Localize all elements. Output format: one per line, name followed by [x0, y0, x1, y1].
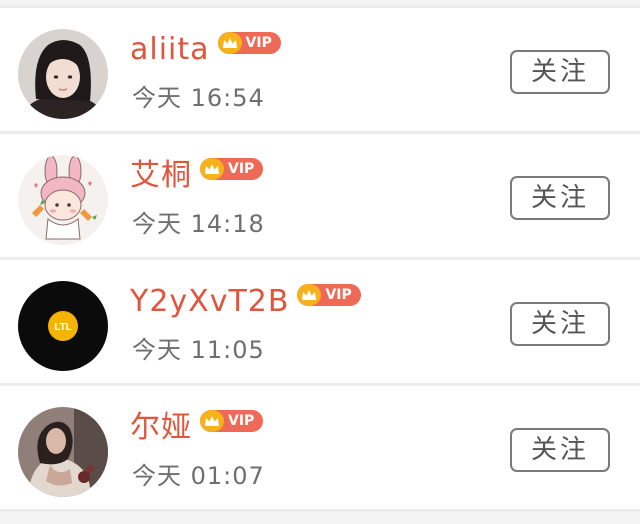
- crown-icon: [297, 284, 322, 306]
- username[interactable]: Y2yXvT2B: [130, 282, 289, 322]
- vip-badge: VIP: [217, 32, 281, 54]
- avatar[interactable]: [18, 29, 108, 119]
- vip-label: VIP: [228, 161, 255, 177]
- follower-list: aliita VIP 今天 16:54 关注 艾桐 VIP 今天 14:18 关…: [0, 0, 640, 524]
- list-item[interactable]: LTL Y2yXvT2B VIP 今天 11:05 关注: [0, 260, 640, 383]
- row-divider: [0, 509, 640, 512]
- follow-time: 今天 01:07: [132, 462, 265, 490]
- woman-photo-avatar: [18, 407, 108, 497]
- avatar[interactable]: LTL: [18, 281, 108, 371]
- avatar[interactable]: [18, 155, 108, 245]
- vip-badge: VIP: [200, 410, 264, 432]
- follow-button[interactable]: 关注: [510, 428, 610, 472]
- follow-time: 今天 16:54: [132, 84, 265, 112]
- name-line: 尔娅 VIP: [130, 406, 264, 450]
- name-line: Y2yXvT2B VIP: [130, 280, 361, 324]
- list-item[interactable]: 艾桐 VIP 今天 14:18 关注: [0, 134, 640, 257]
- vip-label: VIP: [325, 287, 352, 303]
- follow-time: 今天 14:18: [132, 210, 265, 238]
- name-line: 艾桐 VIP: [130, 154, 264, 198]
- vip-label: VIP: [228, 413, 255, 429]
- ltl-logo-avatar: LTL: [18, 281, 108, 371]
- avatar-logo-text: LTL: [54, 322, 72, 333]
- vip-label: VIP: [245, 35, 272, 51]
- crown-icon: [200, 158, 224, 180]
- username[interactable]: aliita: [130, 30, 210, 70]
- crown-icon: [200, 410, 224, 432]
- vip-badge: VIP: [200, 158, 264, 180]
- follow-time: 今天 11:05: [132, 336, 265, 364]
- username[interactable]: 艾桐: [130, 156, 192, 196]
- bunny-cartoon-avatar: [18, 155, 108, 245]
- crown-icon: [217, 32, 242, 54]
- vip-badge: VIP: [297, 284, 361, 306]
- list-item[interactable]: aliita VIP 今天 16:54 关注: [0, 8, 640, 131]
- girl-photo-avatar: [18, 29, 108, 119]
- avatar[interactable]: [18, 407, 108, 497]
- list-item[interactable]: 尔娅 VIP 今天 01:07 关注: [0, 386, 640, 509]
- follow-button[interactable]: 关注: [510, 50, 610, 94]
- name-line: aliita VIP: [130, 28, 281, 72]
- username[interactable]: 尔娅: [130, 408, 192, 448]
- follow-button[interactable]: 关注: [510, 302, 610, 346]
- follow-button[interactable]: 关注: [510, 176, 610, 220]
